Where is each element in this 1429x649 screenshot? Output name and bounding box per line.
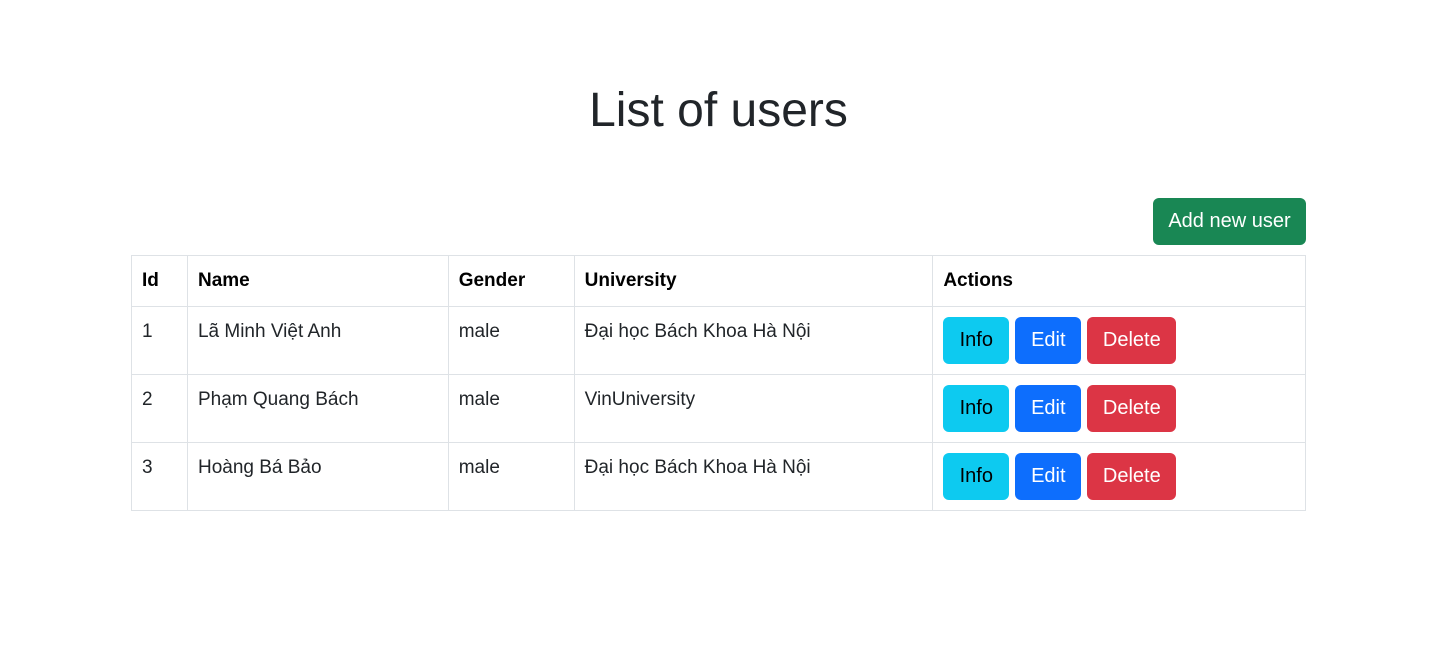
table-header-row: Id Name Gender University Actions — [131, 255, 1306, 307]
cell-name: Hoàng Bá Bảo — [186, 442, 449, 511]
cell-gender: male — [447, 374, 575, 443]
column-header-university: University — [573, 255, 934, 307]
users-table: Id Name Gender University Actions 1 Lã M… — [131, 255, 1306, 511]
column-header-gender: Gender — [447, 255, 575, 307]
edit-button[interactable]: Edit — [1015, 453, 1082, 500]
cell-actions: Info Edit Delete — [932, 306, 1306, 375]
cell-university: VinUniversity — [573, 374, 934, 443]
cell-name: Lã Minh Việt Anh — [186, 306, 449, 375]
cell-gender: male — [447, 306, 575, 375]
table-row: 1 Lã Minh Việt Anh male Đại học Bách Kho… — [131, 306, 1306, 375]
cell-gender: male — [447, 442, 575, 511]
add-new-user-button[interactable]: Add new user — [1153, 198, 1306, 245]
delete-button[interactable]: Delete — [1087, 453, 1177, 500]
page-title: List of users — [589, 84, 848, 137]
info-button[interactable]: Info — [943, 317, 1010, 364]
column-header-id: Id — [131, 255, 188, 307]
cell-name: Phạm Quang Bách — [186, 374, 449, 443]
cell-id: 1 — [131, 306, 188, 375]
column-header-actions: Actions — [932, 255, 1306, 307]
delete-button[interactable]: Delete — [1087, 317, 1177, 364]
cell-id: 2 — [131, 374, 188, 443]
table-row: 3 Hoàng Bá Bảo male Đại học Bách Khoa Hà… — [131, 442, 1306, 511]
page: List of users Add new user Id Name Gende… — [0, 0, 1429, 649]
info-button[interactable]: Info — [943, 385, 1010, 432]
info-button[interactable]: Info — [943, 453, 1010, 500]
cell-actions: Info Edit Delete — [932, 442, 1306, 511]
cell-university: Đại học Bách Khoa Hà Nội — [573, 442, 934, 511]
edit-button[interactable]: Edit — [1015, 317, 1082, 364]
cell-actions: Info Edit Delete — [932, 374, 1306, 443]
edit-button[interactable]: Edit — [1015, 385, 1082, 432]
cell-university: Đại học Bách Khoa Hà Nội — [573, 306, 934, 375]
delete-button[interactable]: Delete — [1087, 385, 1177, 432]
table-row: 2 Phạm Quang Bách male VinUniversity Inf… — [131, 374, 1306, 443]
cell-id: 3 — [131, 442, 188, 511]
column-header-name: Name — [186, 255, 449, 307]
